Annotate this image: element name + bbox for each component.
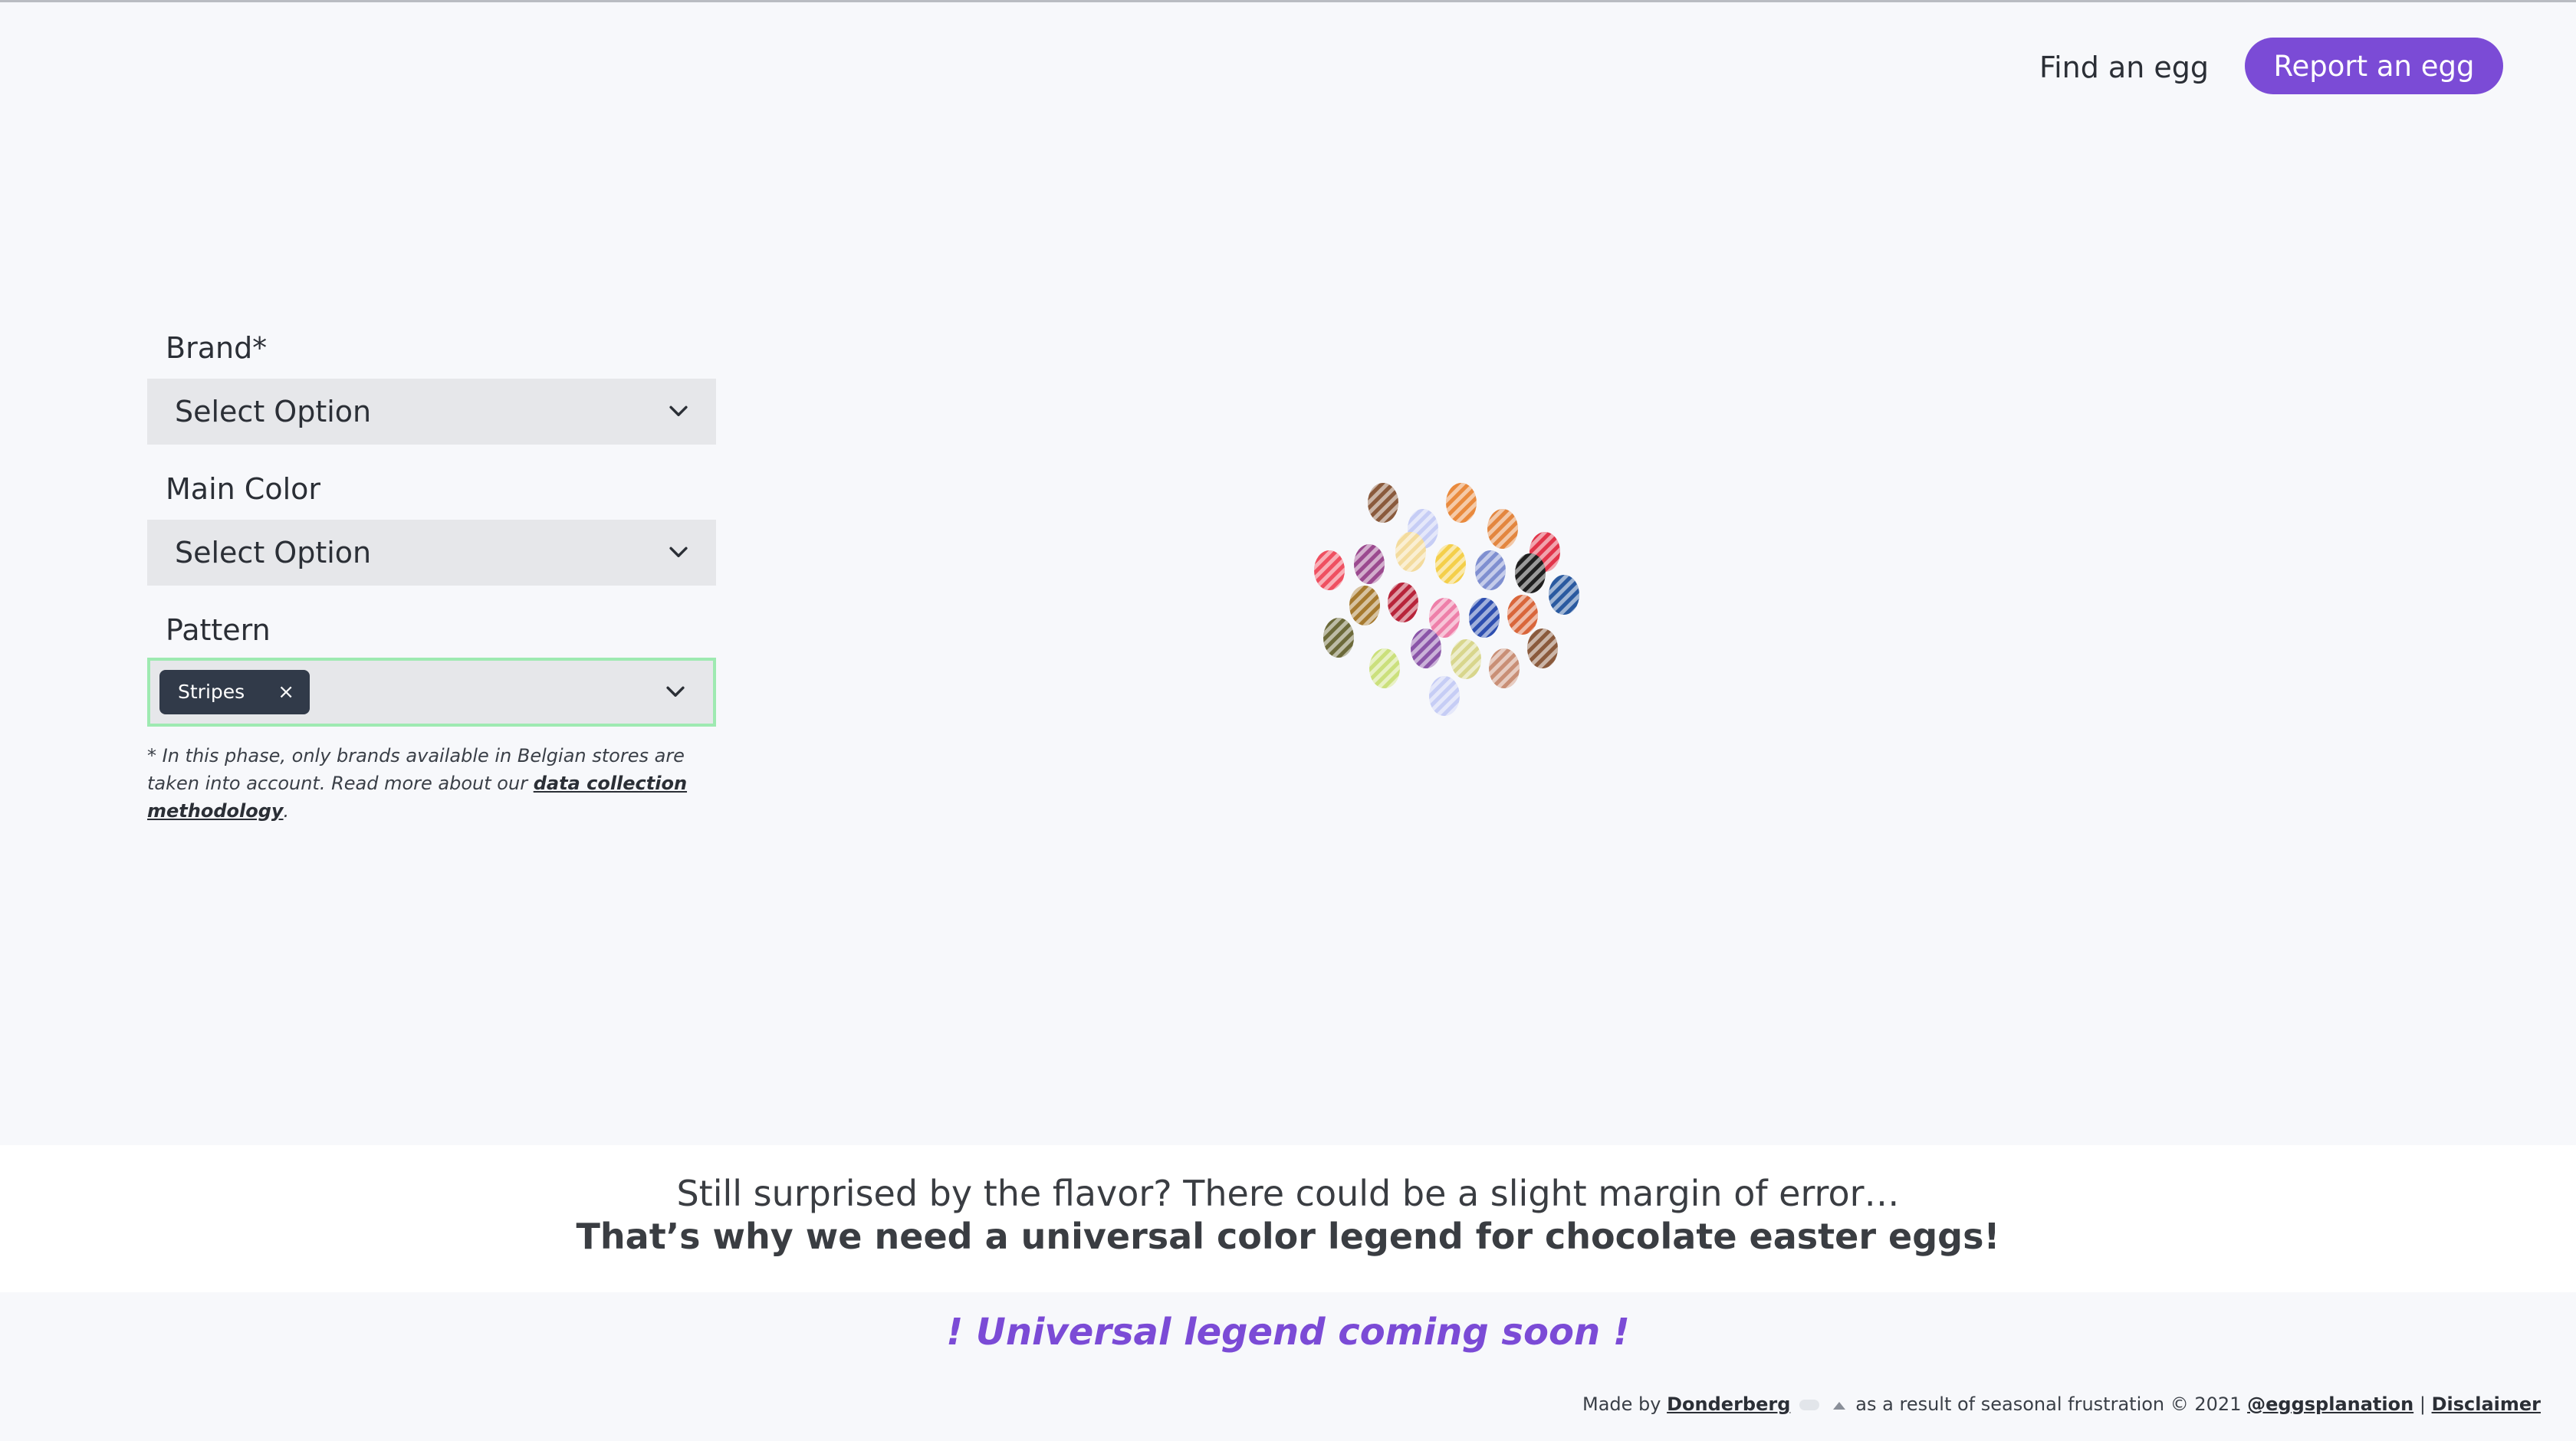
egg-stripes bbox=[1354, 544, 1385, 584]
info-banner: Still surprised by the flavor? There cou… bbox=[0, 1145, 2576, 1292]
report-egg-button[interactable]: Report an egg bbox=[2245, 38, 2503, 94]
coming-soon-text: ! Universal legend coming soon ! bbox=[946, 1311, 1630, 1354]
eggsplanation-link[interactable]: @eggsplanation bbox=[2247, 1393, 2413, 1415]
chevron-down-icon bbox=[666, 686, 685, 697]
egg-stripes bbox=[1435, 544, 1466, 584]
egg-stripes bbox=[1507, 595, 1538, 635]
note-period: . bbox=[283, 800, 290, 822]
brand-label: Brand* bbox=[166, 331, 268, 365]
egg-stripes bbox=[1475, 550, 1506, 590]
egg-stripes bbox=[1323, 618, 1354, 658]
footer-made-by: Made by bbox=[1582, 1393, 1661, 1415]
cloud-icon bbox=[1799, 1400, 1820, 1410]
pattern-chip-stripes: Stripes × bbox=[159, 670, 310, 714]
egg-stripes bbox=[1395, 532, 1426, 572]
egg-stripes bbox=[1388, 583, 1418, 622]
chip-label: Stripes bbox=[178, 681, 245, 703]
egg-stripes bbox=[1349, 586, 1380, 625]
chevron-down-icon bbox=[669, 405, 688, 416]
egg-stripes bbox=[1515, 553, 1546, 593]
main-color-label: Main Color bbox=[166, 472, 321, 506]
banner-line-2: That’s why we need a universal color leg… bbox=[576, 1216, 2000, 1257]
footer-separator: | bbox=[2419, 1393, 2426, 1415]
find-egg-link[interactable]: Find an egg bbox=[2039, 44, 2209, 90]
egg-stripes bbox=[1489, 648, 1520, 688]
top-border bbox=[0, 0, 2576, 2]
pattern-select[interactable]: Stripes × bbox=[147, 658, 716, 727]
chip-remove-button[interactable]: × bbox=[278, 670, 294, 714]
egg-stripes bbox=[1549, 575, 1579, 615]
egg-stripes bbox=[1429, 676, 1460, 716]
author-link[interactable]: Donderberg bbox=[1667, 1393, 1790, 1415]
egg-stripes bbox=[1527, 629, 1558, 668]
disclaimer-link[interactable]: Disclaimer bbox=[2432, 1393, 2541, 1415]
footer: Made by Donderberg as a result of season… bbox=[1582, 1393, 2541, 1415]
egg-stripes bbox=[1487, 509, 1518, 549]
brand-select[interactable]: Select Option bbox=[147, 379, 716, 445]
egg-stripes bbox=[1469, 598, 1500, 638]
egg-stripes bbox=[1451, 639, 1481, 679]
egg-stripes bbox=[1314, 550, 1345, 590]
egg-stripes bbox=[1368, 483, 1398, 523]
main-color-select[interactable]: Select Option bbox=[147, 520, 716, 586]
egg-stripes bbox=[1446, 483, 1477, 523]
egg-cluster bbox=[1314, 483, 1579, 716]
methodology-note: * In this phase, only brands available i… bbox=[147, 742, 715, 825]
banner-line-1: Still surprised by the flavor? There cou… bbox=[676, 1173, 1900, 1214]
pattern-label: Pattern bbox=[166, 613, 271, 647]
lightning-icon bbox=[1832, 1402, 1845, 1410]
egg-stripes bbox=[1369, 648, 1400, 688]
footer-middle-text: as a result of seasonal frustration © 20… bbox=[1855, 1393, 2242, 1415]
egg-stripes bbox=[1411, 629, 1441, 668]
main-color-select-value: Select Option bbox=[175, 536, 372, 570]
brand-select-value: Select Option bbox=[175, 395, 372, 428]
chevron-down-icon bbox=[669, 547, 688, 557]
